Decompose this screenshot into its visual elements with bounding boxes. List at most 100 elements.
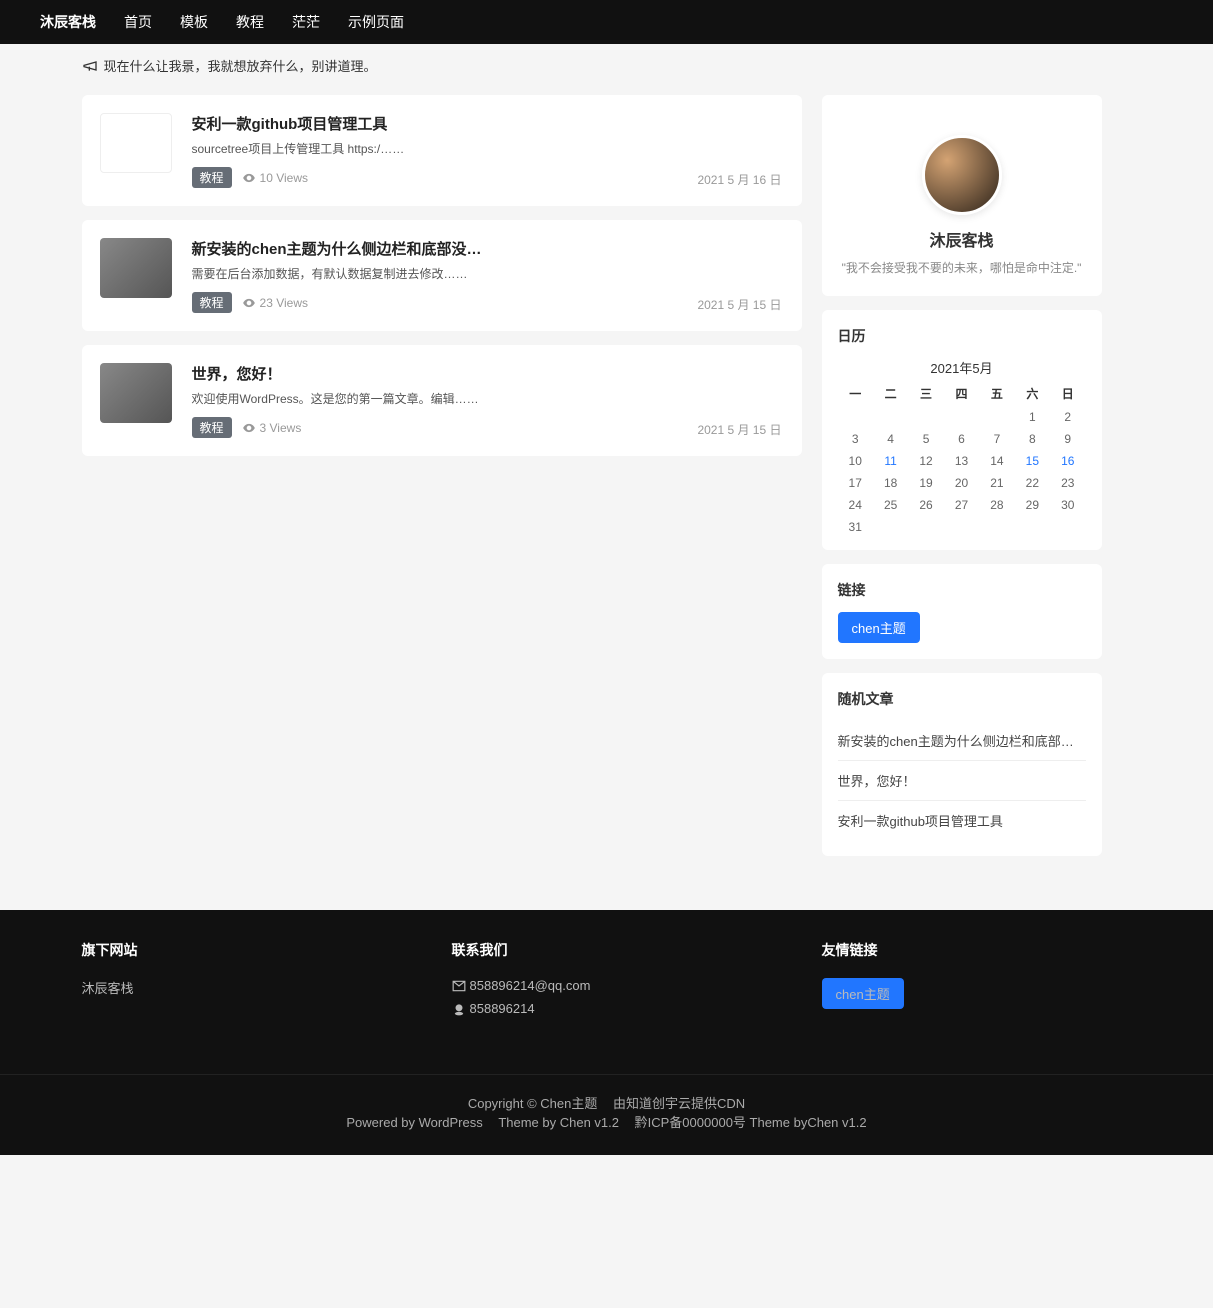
main-content: 安利一款github项目管理工具 sourcetree项目上传管理工具 http… <box>82 95 802 870</box>
calendar-day: 13 <box>944 454 979 468</box>
post-title[interactable]: 世界，您好！ <box>192 363 782 384</box>
calendar-day: 4 <box>873 432 908 446</box>
calendar-heading: 日历 <box>838 326 1086 346</box>
footer-bottom: Copyright © Chen主题 由知道创宇云提供CDN Powered b… <box>0 1074 1213 1155</box>
calendar-weekday: 五 <box>979 385 1014 402</box>
calendar-day: 18 <box>873 476 908 490</box>
qq-icon <box>452 1002 466 1016</box>
post-card[interactable]: 新安装的chen主题为什么侧边栏和底部没… 需要在后台添加数据，有默认数据复制进… <box>82 220 802 331</box>
links-widget: 链接 chen主题 <box>822 564 1102 659</box>
calendar-day: 2 <box>1050 410 1085 424</box>
eye-icon <box>242 171 256 185</box>
calendar-blank <box>979 410 1014 424</box>
calendar-day: 29 <box>1015 498 1050 512</box>
calendar-day: 21 <box>979 476 1014 490</box>
profile-widget: 沐辰客栈 "我不会接受我不要的未来，哪怕是命中注定." <box>822 95 1102 296</box>
calendar-day: 14 <box>979 454 1014 468</box>
calendar-widget: 日历 2021年5月 一二三四五六日 123456789101112131415… <box>822 310 1102 550</box>
link-button-chen[interactable]: chen主题 <box>838 612 920 643</box>
post-title[interactable]: 新安装的chen主题为什么侧边栏和底部没… <box>192 238 782 259</box>
post-excerpt: sourcetree项目上传管理工具 https:/…… <box>192 140 782 157</box>
post-excerpt: 欢迎使用WordPress。这是您的第一篇文章。编辑…… <box>192 390 782 407</box>
footer-heading-contact: 联系我们 <box>452 940 762 960</box>
calendar-grid: 一二三四五六日 12345678910111213141516171819202… <box>838 385 1086 534</box>
calendar-day[interactable]: 16 <box>1050 454 1085 468</box>
post-card[interactable]: 安利一款github项目管理工具 sourcetree项目上传管理工具 http… <box>82 95 802 206</box>
nav-item-template[interactable]: 模板 <box>180 12 208 32</box>
powered-by-text: Powered by WordPress <box>346 1115 482 1130</box>
calendar-caption: 2021年5月 <box>838 358 1086 377</box>
announcement-bar: 现在什么让我景，我就想放弃什么，别讲道理。 <box>82 44 1132 83</box>
calendar-blank <box>944 410 979 424</box>
calendar-weekday: 六 <box>1015 385 1050 402</box>
footer-col-sites: 旗下网站 沐辰客栈 <box>82 940 392 1024</box>
post-excerpt: 需要在后台添加数据，有默认数据复制进去修改…… <box>192 265 782 282</box>
calendar-weekday: 日 <box>1050 385 1085 402</box>
random-item[interactable]: 安利一款github项目管理工具 <box>838 801 1086 840</box>
nav-brand[interactable]: 沐辰客栈 <box>40 12 96 32</box>
nav-item-sample[interactable]: 示例页面 <box>348 12 404 32</box>
post-title[interactable]: 安利一款github项目管理工具 <box>192 113 782 134</box>
footer-email: 858896214@qq.com <box>452 978 762 993</box>
post-views: 23 Views <box>242 296 308 310</box>
post-views: 10 Views <box>242 171 308 185</box>
theme-by-text: Theme by Chen v1.2 <box>498 1115 619 1130</box>
post-views-text: 3 Views <box>260 421 302 435</box>
calendar-day: 25 <box>873 498 908 512</box>
calendar-day: 31 <box>838 520 873 534</box>
calendar-day: 19 <box>908 476 943 490</box>
random-heading: 随机文章 <box>838 689 1086 709</box>
footer-heading-friends: 友情链接 <box>822 940 1132 960</box>
footer-qq-text: 858896214 <box>470 1001 535 1016</box>
calendar-day[interactable]: 11 <box>873 454 908 468</box>
nav-item-home[interactable]: 首页 <box>124 12 152 32</box>
calendar-day: 22 <box>1015 476 1050 490</box>
avatar <box>922 135 1002 215</box>
top-nav: 沐辰客栈 首页 模板 教程 茫茫 示例页面 <box>0 0 1213 44</box>
icp-text: 黔ICP备0000000号 Theme byChen v1.2 <box>635 1115 867 1130</box>
calendar-day: 24 <box>838 498 873 512</box>
calendar-day: 3 <box>838 432 873 446</box>
footer-col-friends: 友情链接 chen主题 <box>822 940 1132 1024</box>
post-date: 2021 5 月 15 日 <box>697 296 781 313</box>
calendar-day: 30 <box>1050 498 1085 512</box>
footer-col-contact: 联系我们 858896214@qq.com 858896214 <box>452 940 762 1024</box>
eye-icon <box>242 421 256 435</box>
profile-name: 沐辰客栈 <box>838 227 1086 251</box>
cdn-text: 由知道创宇云提供CDN <box>613 1096 745 1111</box>
post-tag[interactable]: 教程 <box>192 292 232 313</box>
post-date: 2021 5 月 16 日 <box>697 171 781 188</box>
copyright-text: Copyright © Chen主题 <box>468 1096 598 1111</box>
footer-site-link[interactable]: 沐辰客栈 <box>82 978 134 997</box>
post-thumbnail <box>100 363 172 423</box>
calendar-weekday: 三 <box>908 385 943 402</box>
calendar-day: 8 <box>1015 432 1050 446</box>
calendar-weekday: 二 <box>873 385 908 402</box>
post-tag[interactable]: 教程 <box>192 167 232 188</box>
calendar-day: 1 <box>1015 410 1050 424</box>
post-tag[interactable]: 教程 <box>192 417 232 438</box>
mail-icon <box>452 979 466 993</box>
nav-item-tutorial[interactable]: 教程 <box>236 12 264 32</box>
calendar-day: 12 <box>908 454 943 468</box>
calendar-day: 27 <box>944 498 979 512</box>
post-thumbnail <box>100 113 172 173</box>
random-item[interactable]: 世界，您好！ <box>838 761 1086 801</box>
calendar-day: 23 <box>1050 476 1085 490</box>
calendar-day: 20 <box>944 476 979 490</box>
footer-qq: 858896214 <box>452 1001 762 1016</box>
footer-email-text: 858896214@qq.com <box>470 978 591 993</box>
post-card[interactable]: 世界，您好！ 欢迎使用WordPress。这是您的第一篇文章。编辑…… 教程 3… <box>82 345 802 456</box>
calendar-blank <box>908 410 943 424</box>
calendar-day[interactable]: 15 <box>1015 454 1050 468</box>
calendar-day: 17 <box>838 476 873 490</box>
megaphone-icon <box>82 58 98 74</box>
calendar-day: 7 <box>979 432 1014 446</box>
calendar-weekday: 一 <box>838 385 873 402</box>
footer: 旗下网站 沐辰客栈 联系我们 858896214@qq.com 85889621… <box>0 910 1213 1155</box>
random-item[interactable]: 新安装的chen主题为什么侧边栏和底部没… <box>838 721 1086 761</box>
footer-friend-link-chen[interactable]: chen主题 <box>822 978 904 1009</box>
profile-motto: "我不会接受我不要的未来，哪怕是命中注定." <box>838 259 1086 276</box>
nav-item-mangmang[interactable]: 茫茫 <box>292 12 320 32</box>
announcement-text: 现在什么让我景，我就想放弃什么，别讲道理。 <box>104 56 377 75</box>
